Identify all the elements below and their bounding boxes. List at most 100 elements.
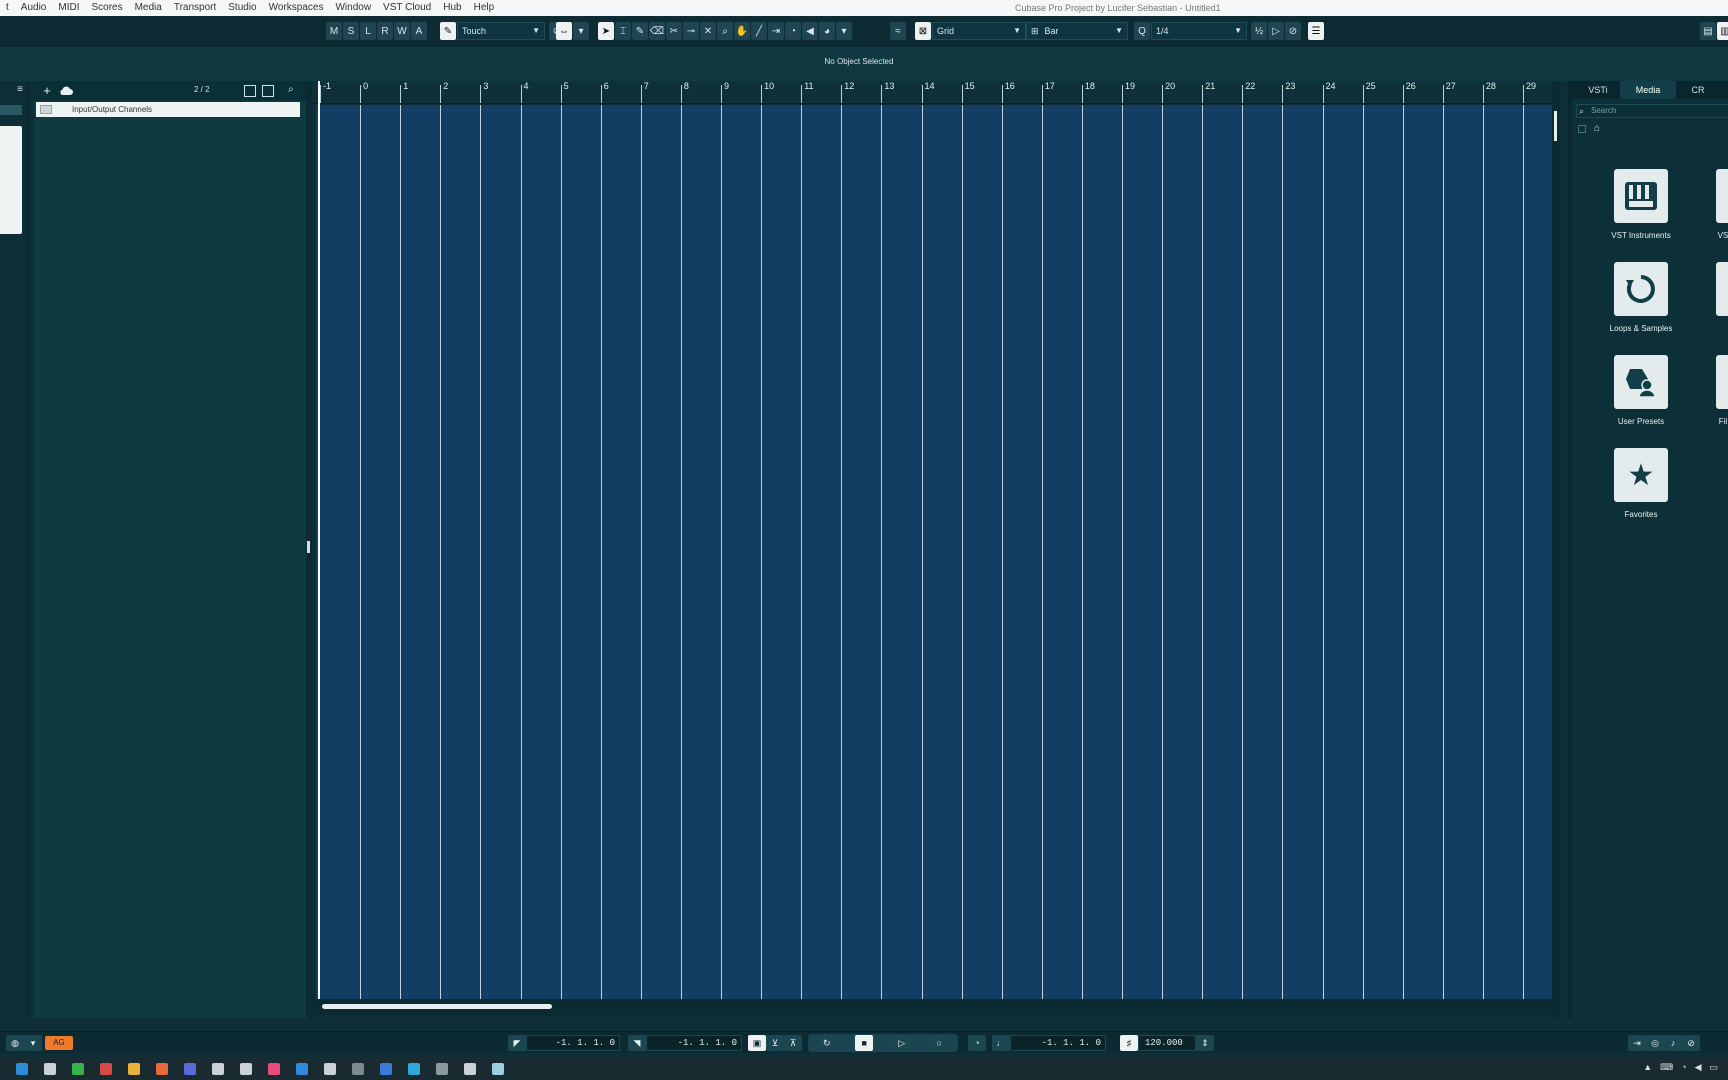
vertical-scroll-thumb[interactable] [1554,111,1557,141]
favorites-tile[interactable]: ★ [1614,448,1668,502]
menu-item-vst-cloud[interactable]: VST Cloud [377,0,437,16]
left-locator-icon[interactable]: ◤ [508,1035,526,1051]
draw-tool-icon[interactable]: ✎ [632,22,648,40]
range-selection-tool-icon[interactable]: ⌶ [615,22,631,40]
tempo-track-icon[interactable]: ♯ [1120,1035,1138,1051]
chat-app-icon[interactable] [72,1063,84,1075]
clipped-tile[interactable] [1716,169,1728,223]
record-button[interactable]: ○ [930,1035,949,1051]
quantize-icon[interactable]: Q [1134,22,1150,40]
tempo-field[interactable]: 120.000 [1138,1035,1196,1051]
cloud-icon[interactable] [58,84,76,98]
lock-icon[interactable]: ▣ [748,1035,766,1051]
stop-button[interactable]: ■ [855,1035,874,1051]
color-tool-icon[interactable]: ◕ [819,22,835,40]
tab-cr[interactable]: CR [1680,81,1716,99]
midi-activity-icon[interactable]: ◎ [1646,1035,1664,1051]
tab-vsti[interactable]: VSTi [1580,81,1616,99]
cycle-icon[interactable]: ↻ [817,1035,836,1051]
track-folder-icon[interactable] [262,85,274,97]
menu-item-window[interactable]: Window [329,0,377,16]
search-icon[interactable]: ⌕ [288,84,294,95]
split-tool-icon[interactable]: ✂ [666,22,682,40]
ime-icon[interactable]: ⌨ [1660,1062,1673,1073]
horizontal-scrollbar[interactable] [312,999,1552,1015]
reset-quantize-icon[interactable]: ⊘ [1285,22,1301,40]
menu-item-studio[interactable]: Studio [222,0,262,16]
app-icon[interactable] [380,1063,392,1075]
tempo-stepper-icon[interactable]: ⇕ [1196,1035,1214,1051]
home-icon[interactable]: ⌂ [1594,123,1600,134]
app-icon[interactable] [352,1063,364,1075]
browser-icon[interactable] [240,1063,252,1075]
menu-item-hub[interactable]: Hub [437,0,467,16]
menu-item-workspaces[interactable]: Workspaces [263,0,330,16]
left-locator-field[interactable]: -1. 1. 1. 0 [526,1035,620,1051]
speaker-tool-icon[interactable]: ◀ [802,22,818,40]
settings-icon[interactable] [464,1063,476,1075]
color-options-icon[interactable]: ▾ [836,22,852,40]
project-cursor[interactable] [318,81,320,999]
tray-icon[interactable]: ▲ [1643,1062,1652,1073]
app-icon[interactable] [324,1063,336,1075]
metronome-note-icon[interactable]: ♩ [992,1035,1010,1051]
divider-drag-handle[interactable] [307,541,310,553]
window-layout-icon[interactable]: ▤ [1700,22,1716,40]
play-button[interactable]: ▷ [892,1035,911,1051]
horizontal-scroll-thumb[interactable] [322,1004,552,1009]
snap-on-off-icon[interactable]: ⊠ [915,22,931,40]
automation-button[interactable]: A [411,22,427,40]
right-locator-icon[interactable]: ◥ [628,1035,646,1051]
network-icon[interactable]: ◔ [1681,1062,1686,1073]
chevron-down-icon[interactable]: ▾ [24,1035,42,1051]
ag-badge[interactable]: AG [45,1036,73,1050]
globe-icon[interactable]: ◍ [6,1035,24,1051]
iterative-quantize-icon[interactable]: ½ [1251,22,1267,40]
app-icon[interactable] [184,1063,196,1075]
loops-samples-tile[interactable] [1614,262,1668,316]
menu-item-transport[interactable]: Transport [168,0,222,16]
app-icon[interactable] [100,1063,112,1075]
clipped-tile[interactable] [1716,262,1728,316]
menu-item-help[interactable]: Help [468,0,501,16]
track-row-folder[interactable]: Input/Output Channels [36,102,300,117]
erase-tool-icon[interactable]: ⌫ [649,22,665,40]
menu-item-scores[interactable]: Scores [85,0,128,16]
tab-media[interactable]: Media [1620,81,1676,99]
menu-item-media[interactable]: Media [129,0,168,16]
mute-state-button[interactable]: M [326,22,342,40]
read-automation-button[interactable]: R [377,22,393,40]
automation-mode-dropdown[interactable]: Touch ▼ [457,22,545,40]
punch-out-icon[interactable]: ⊼ [784,1035,802,1051]
inspector-tab[interactable] [0,105,22,115]
volume-icon[interactable]: ◀ [1695,1062,1702,1073]
menu-item-project[interactable]: t [0,0,15,16]
app-icon[interactable] [156,1063,168,1075]
solo-state-button[interactable]: S [343,22,359,40]
menu-icon[interactable]: ≡ [17,84,23,95]
snap-type-dropdown[interactable]: Grid ▼ [932,22,1026,40]
autoscroll-options-icon[interactable]: ▾ [573,22,589,40]
media-search-input[interactable]: ⌕ Search [1576,104,1728,118]
punch-in-icon[interactable]: ⊻ [766,1035,784,1051]
user-presets-tile[interactable] [1614,355,1668,409]
grid-type-dropdown[interactable]: ⊞ Bar ▼ [1026,22,1128,40]
folder-app-icon[interactable] [128,1063,140,1075]
glue-tool-icon[interactable]: ⊸ [683,22,699,40]
layout-icon[interactable]: ☰ [1308,22,1324,40]
vertical-scrollbar[interactable] [1552,81,1560,1018]
apply-quantize-icon[interactable]: ▷ [1268,22,1284,40]
app-icon[interactable] [492,1063,504,1075]
clipped-tile[interactable] [1716,355,1728,409]
mute-tool-icon[interactable]: ✕ [700,22,716,40]
start-icon[interactable] [16,1063,28,1075]
app-icon[interactable] [268,1063,280,1075]
cubase-app-icon[interactable] [436,1063,448,1075]
settings-icon[interactable]: ⊘ [1682,1035,1700,1051]
app-icon[interactable] [212,1063,224,1075]
quantize-preset-dropdown[interactable]: 1/4 ▼ [1151,22,1247,40]
app-icon[interactable] [296,1063,308,1075]
comp-tool-icon[interactable]: ⇥ [768,22,784,40]
primary-time-display[interactable]: -1. 1. 1. 0 [1010,1035,1106,1051]
menu-item-midi[interactable]: MIDI [52,0,85,16]
